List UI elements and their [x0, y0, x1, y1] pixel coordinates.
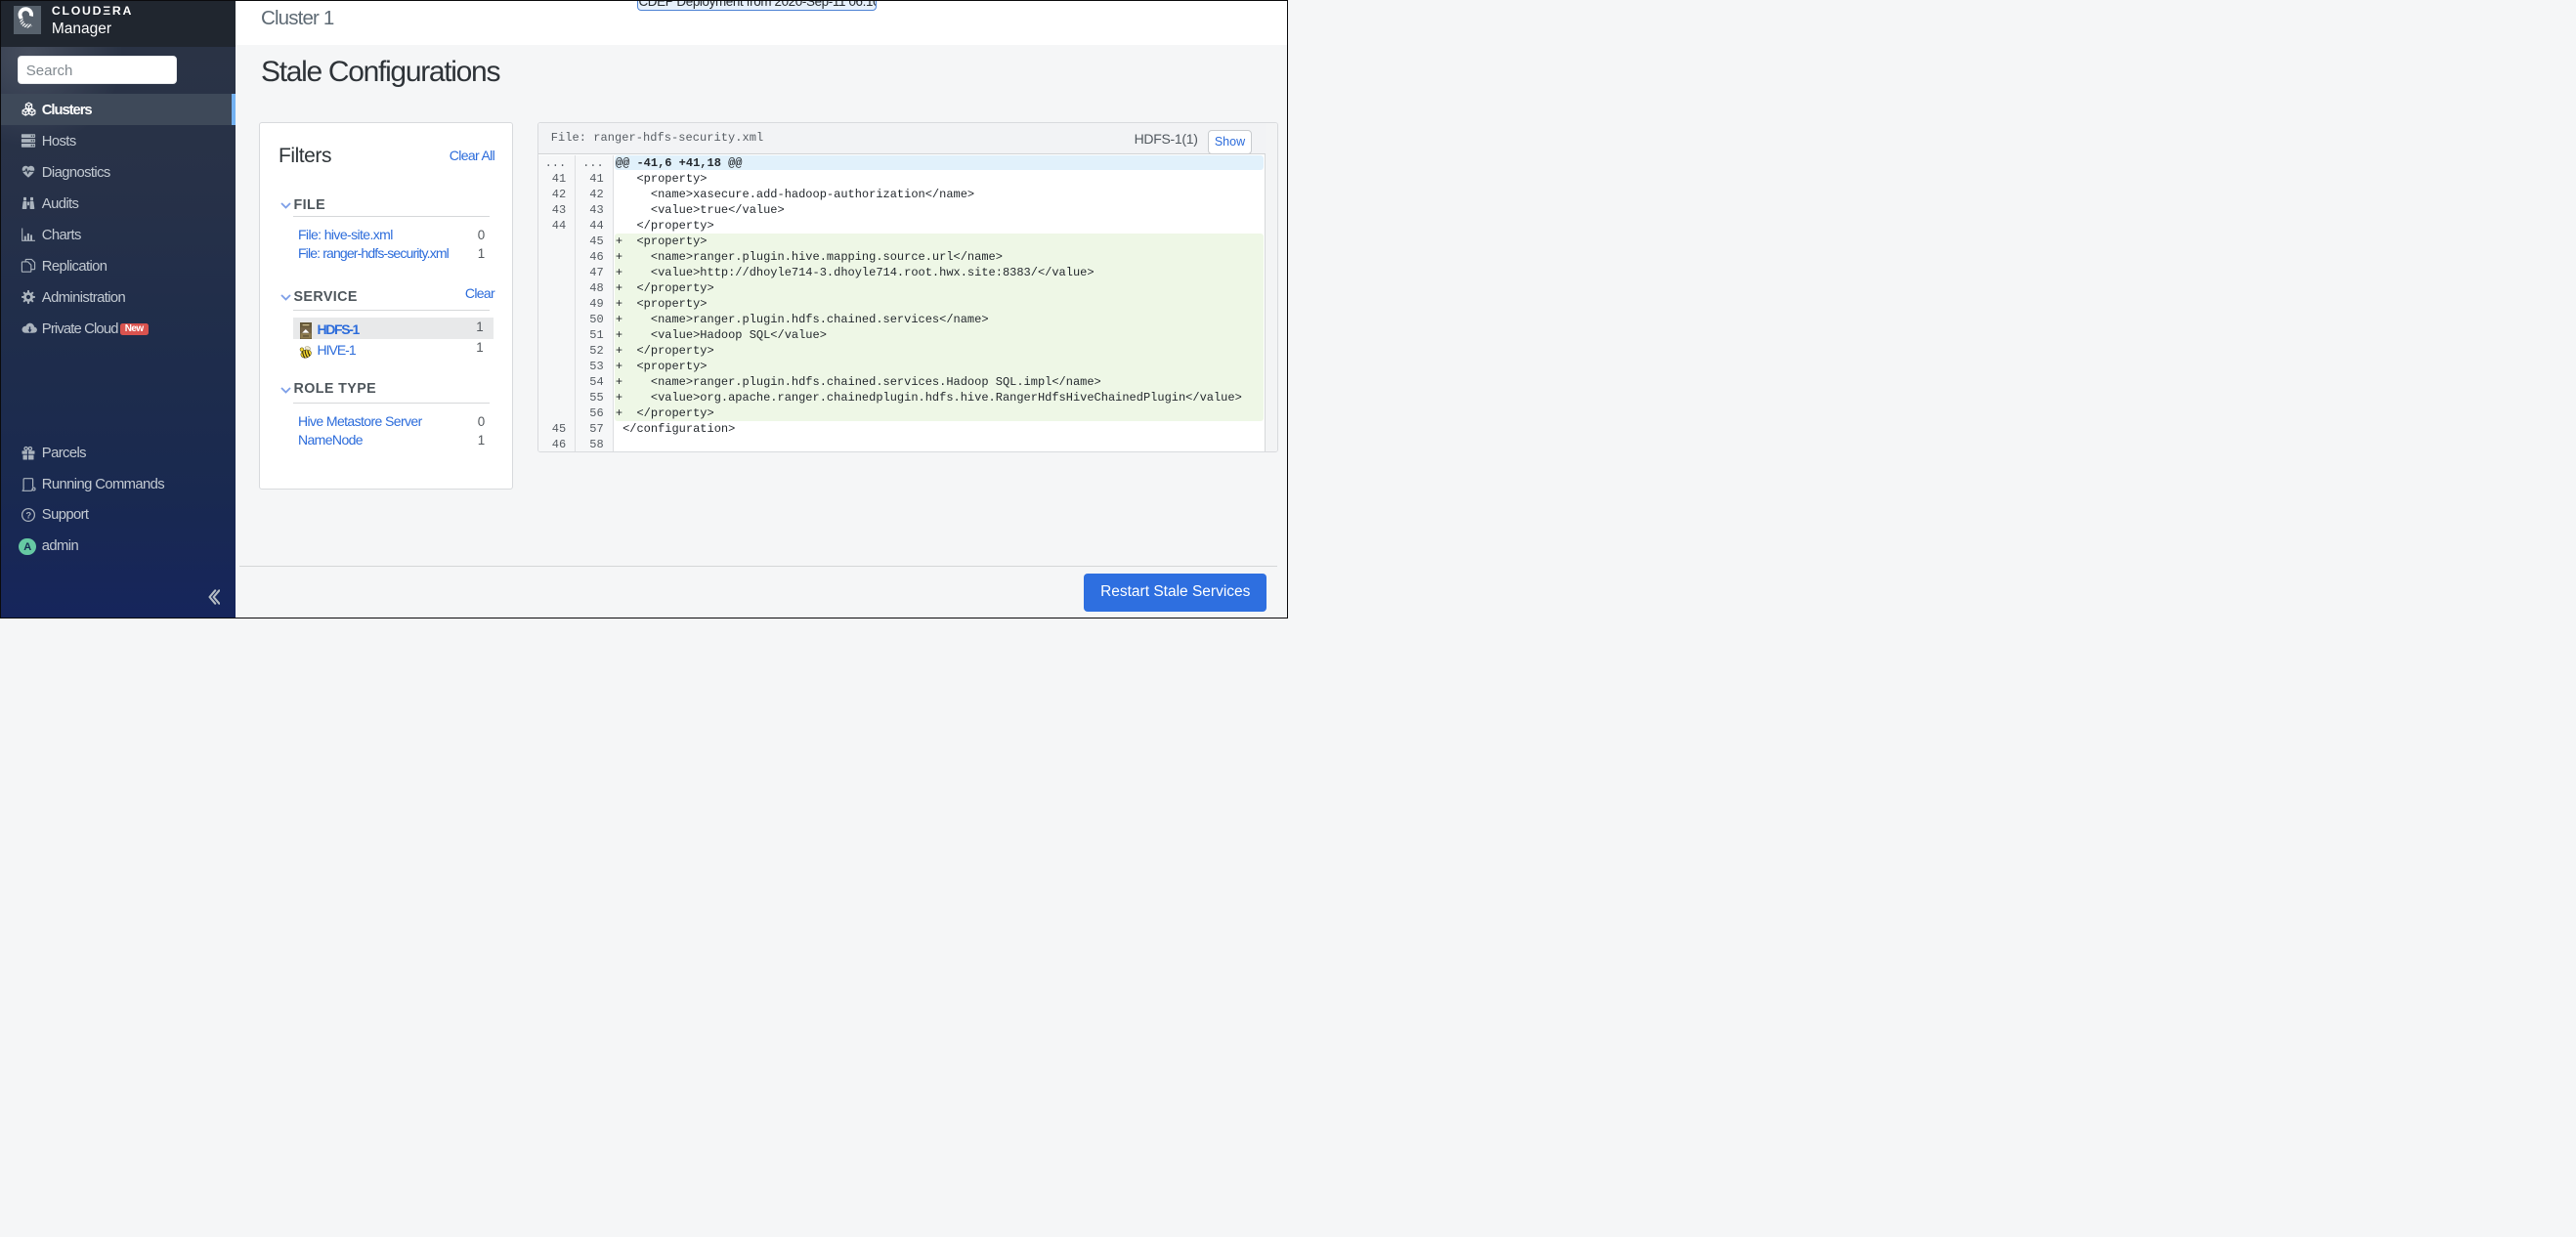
- svg-text:?: ?: [25, 510, 31, 521]
